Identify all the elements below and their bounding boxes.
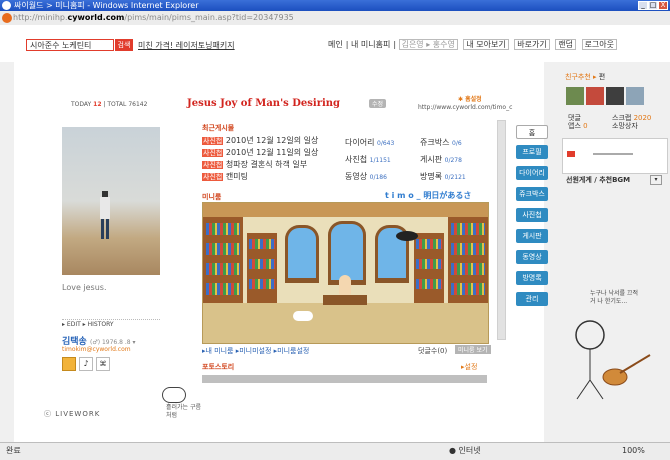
friend-recommend[interactable]: 친구추천 ▸ 편 xyxy=(565,72,605,82)
window-title: 싸이월드 > 미니홈피 - Windows Internet Explorer xyxy=(14,1,199,10)
visitor-counter: TODAY 12 | TOTAL 76142 xyxy=(71,101,148,108)
window-title-bar: 싸이월드 > 미니홈피 - Windows Internet Explorer … xyxy=(0,0,670,11)
scrap-counter[interactable]: 스크랩 2020 소망상자 xyxy=(612,114,651,130)
tab-guestbook[interactable]: 방명록 xyxy=(516,271,548,285)
recent-post-item[interactable]: 사진첩 청파장 결혼식 하객 일부 xyxy=(202,159,318,171)
zoom-level[interactable]: 100% xyxy=(622,443,645,458)
photostory-setting[interactable]: ▸설정 xyxy=(461,362,477,372)
photostory-title: 포토스토리 xyxy=(202,363,235,371)
tab-board[interactable]: 게시판 xyxy=(516,229,548,243)
minimize-button[interactable]: _ xyxy=(638,1,648,10)
miniroom-view-button[interactable]: 미니룸 보기 xyxy=(455,345,491,354)
music-icon[interactable]: ♪ xyxy=(79,357,93,371)
bgm-title[interactable]: 선원게계 / 추천BGM xyxy=(566,175,630,185)
photostory-strip xyxy=(202,375,487,383)
owner-email[interactable]: timokim@cyworld.com xyxy=(62,346,131,353)
minihompy-url[interactable]: http://www.cyworld.com/timo_c xyxy=(418,104,512,111)
url-text[interactable]: http://minihp.cyworld.com/pims/main/pims… xyxy=(13,13,294,22)
doodle-text: 누구나 낙서를 끄적거 나 한기도... xyxy=(590,290,638,305)
profile-photo xyxy=(62,127,160,275)
guitar-doodle xyxy=(565,315,655,400)
friend-thumb[interactable] xyxy=(626,87,644,105)
content-scrollbar[interactable] xyxy=(497,120,506,340)
nav-shortcut[interactable]: 바로가기 xyxy=(514,39,550,50)
tab-photo[interactable]: 사진첩 xyxy=(516,208,548,222)
bat-decoration xyxy=(396,231,418,241)
miniroom-title: 미니룸 xyxy=(202,193,222,201)
nav-my-minihompy[interactable]: 내 미니홈피 xyxy=(351,40,390,49)
title-edit-button[interactable]: 수정 xyxy=(369,99,387,108)
count-video[interactable]: 동영상 0/186 xyxy=(345,169,420,186)
miniroom-links[interactable]: ▸내 미니룸 ▸미니미설정 ▸미니룸설정 xyxy=(202,346,309,356)
count-photo[interactable]: 사진첩 1/1151 xyxy=(345,152,420,169)
recent-post-item[interactable]: 사진첩 2010년 12월 12일의 일상 xyxy=(202,135,318,147)
tab-home[interactable]: 홈 xyxy=(516,125,548,139)
address-bar[interactable]: http://minihp.cyworld.com/pims/main/pims… xyxy=(0,11,670,26)
count-jukebox[interactable]: 쥬크박스 0/6 xyxy=(420,135,462,152)
recent-post-item[interactable]: 사진첩 2010년 12월 11일의 일상 xyxy=(202,147,318,159)
promo-link[interactable]: 미친 가격! 레이저토닝패키지 xyxy=(138,40,235,51)
nav-path[interactable]: 김은영 ▸ 홍수영 xyxy=(398,39,458,50)
friend-thumb[interactable] xyxy=(606,87,624,105)
tab-diary[interactable]: 다이어리 xyxy=(516,166,548,180)
minihompy-title: Jesus Joy of Man's Desiring xyxy=(187,98,341,109)
cyworld-top-bar: 시아준수 노케틴티 검색 미친 가격! 레이저토닝패키지 메인 | 내 미니홈피 |… xyxy=(0,25,670,62)
close-button[interactable]: X xyxy=(658,1,668,10)
nav-main[interactable]: 메인 xyxy=(328,40,343,49)
nav-random[interactable]: 랜덤 xyxy=(555,39,577,50)
ie-icon xyxy=(2,1,11,10)
livework-logo: ⓒ LIVEWORK xyxy=(44,410,101,418)
friend-thumb[interactable] xyxy=(566,87,584,105)
bgm-dropdown[interactable]: ▾ xyxy=(650,175,662,185)
tab-jukebox[interactable]: 쥬크박스 xyxy=(516,187,548,201)
nav-moa[interactable]: 내 모아보기 xyxy=(463,39,509,50)
hanja-icon[interactable]: ⌘ xyxy=(96,357,110,371)
maximize-button[interactable]: □ xyxy=(648,1,658,10)
cloud-doodle xyxy=(162,387,186,403)
count-guestbook[interactable]: 방명록 0/2121 xyxy=(420,169,466,186)
bgm-player[interactable] xyxy=(562,138,668,174)
reply-counter[interactable]: 댓글 앱스 0 xyxy=(568,114,588,130)
minime-avatar xyxy=(339,275,351,295)
recent-post-item[interactable]: 사진첩 캔미팅 xyxy=(202,171,318,183)
recent-posts-title: 최근게시물 xyxy=(202,124,235,132)
edit-history-links[interactable]: ▸ EDIT ▸ HISTORY xyxy=(62,321,114,328)
miniroom-scene[interactable] xyxy=(202,202,489,344)
count-diary[interactable]: 다이어리 0/643 xyxy=(345,135,420,152)
tab-manage[interactable]: 관리 xyxy=(516,292,548,306)
emoticon-icon[interactable] xyxy=(62,357,76,371)
page-icon xyxy=(2,13,12,23)
nav-logout[interactable]: 로그아웃 xyxy=(581,39,618,50)
search-button[interactable]: 검색 xyxy=(115,39,133,51)
miniroom-owner: t i m o _ 明日があるさ xyxy=(385,191,472,200)
top-nav: 메인 | 내 미니홈피 | 김은영 ▸ 홍수영 내 모아보기 바로가기 랜덤 로그아… xyxy=(328,39,620,50)
search-input[interactable]: 시아준수 노케틴티 xyxy=(26,39,114,51)
tab-profile[interactable]: 프로필 xyxy=(516,145,548,159)
home-settings-link[interactable]: ✱ 홈설정 xyxy=(458,94,482,103)
dog-avatar xyxy=(293,311,313,321)
tab-video[interactable]: 동영상 xyxy=(516,250,548,264)
miniroom-comment-count[interactable]: 덧글수(0) xyxy=(418,346,447,356)
cloud-caption: 흘러가는 구름처럼 xyxy=(166,404,202,419)
count-board[interactable]: 게시판 0/278 xyxy=(420,152,462,169)
recent-posts-list: 사진첩 2010년 12월 12일의 일상 사진첩 2010년 12월 11일의… xyxy=(202,135,318,183)
status-bar: 완료 ● 인터넷 100% xyxy=(0,442,670,460)
security-zone[interactable]: ● 인터넷 xyxy=(449,443,481,458)
status-text: 완료 xyxy=(6,446,21,455)
friend-thumb[interactable] xyxy=(586,87,604,105)
board-counts: 다이어리 0/643 쥬크박스 0/6 사진첩 1/1151 게시판 0/278 동… xyxy=(345,135,495,186)
profile-status-text: Love jesus. xyxy=(62,283,107,292)
